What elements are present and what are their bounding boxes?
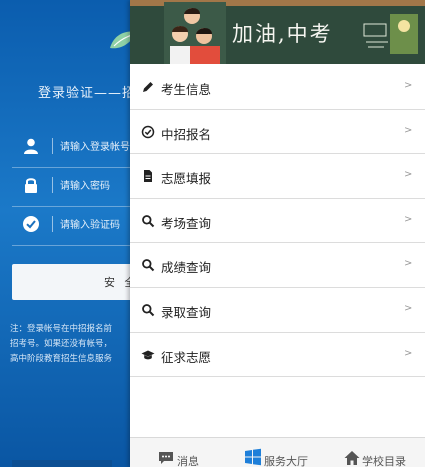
chevron-right-icon: > [404, 169, 413, 181]
login-note: 注：登录帐号在中招报名前 招考号。如果还没有帐号， 高中阶段教育招生信息服务 [10, 322, 132, 367]
side-drawer: 加油,中考 考生信息 > 中招报名 > 志愿填报 > 考场查询 > 成绩查询 >… [130, 0, 425, 467]
tab-label: 学校目录 [362, 455, 406, 467]
search-icon [142, 259, 155, 272]
windows-icon [245, 448, 261, 466]
menu-item-label: 中招报名 [161, 126, 212, 142]
bottom-tab-bar: 消息 服务大厅 学校目录 [130, 437, 425, 467]
search-icon [142, 304, 155, 317]
banner: 加油,中考 [130, 0, 425, 64]
chevron-right-icon: > [404, 258, 413, 270]
chalkboard-doodle-icon [363, 14, 418, 54]
field-divider [52, 216, 53, 232]
tab-service-hall[interactable]: 服务大厅 [244, 438, 324, 467]
pencil-icon [143, 82, 153, 92]
menu-item-admission-query[interactable]: 录取查询 > [130, 288, 425, 333]
menu-item-label: 录取查询 [161, 304, 212, 320]
check-circle-icon [141, 125, 155, 138]
tab-label: 服务大厅 [264, 455, 308, 467]
document-icon [144, 170, 152, 183]
login-title: 登录验证——招 [38, 86, 137, 101]
chevron-right-icon: > [404, 80, 413, 91]
username-placeholder: 请输入登录帐号 [60, 142, 130, 153]
user-icon [24, 138, 38, 154]
chevron-right-icon: > [404, 347, 413, 359]
menu-item-student-info[interactable]: 考生信息 > [130, 65, 425, 110]
chevron-right-icon: > [404, 213, 413, 225]
search-icon [142, 214, 155, 227]
students-photo-icon [164, 2, 226, 64]
menu-item-exam-room-query[interactable]: 考场查询 > [130, 199, 425, 244]
chevron-right-icon: > [404, 302, 413, 314]
menu-item-label: 成绩查询 [161, 260, 212, 276]
chevron-right-icon: > [404, 124, 413, 136]
main-menu: 考生信息 > 中招报名 > 志愿填报 > 考场查询 > 成绩查询 > 录取查询 … [130, 65, 425, 378]
tab-school-directory[interactable]: 学校目录 [344, 438, 424, 467]
tab-label: 消息 [177, 455, 199, 467]
footer-strip [12, 460, 112, 467]
menu-item-application[interactable]: 志愿填报 > [130, 154, 425, 199]
captcha-placeholder: 请输入验证码 [60, 220, 120, 231]
login-note-text: 注：登录帐号在中招报名前 招考号。如果还没有帐号， 高中阶段教育招生信息服务 [10, 324, 113, 364]
menu-item-label: 考生信息 [161, 82, 212, 97]
menu-item-label: 考场查询 [161, 215, 212, 231]
graduation-cap-icon [141, 350, 155, 359]
message-icon [159, 452, 173, 464]
menu-item-registration[interactable]: 中招报名 > [130, 110, 425, 155]
menu-item-label: 征求志愿 [161, 349, 212, 365]
password-placeholder: 请输入密码 [60, 181, 110, 192]
banner-slogan: 加油,中考 [232, 22, 333, 46]
menu-item-solicit-application[interactable]: 征求志愿 > [130, 333, 425, 378]
field-divider [52, 177, 53, 193]
menu-item-score-query[interactable]: 成绩查询 > [130, 243, 425, 288]
tab-messages[interactable]: 消息 [158, 438, 228, 467]
home-icon [344, 451, 360, 465]
field-divider [52, 138, 53, 154]
lock-icon [25, 178, 37, 193]
menu-item-label: 志愿填报 [161, 171, 212, 187]
check-circle-icon [23, 216, 39, 232]
